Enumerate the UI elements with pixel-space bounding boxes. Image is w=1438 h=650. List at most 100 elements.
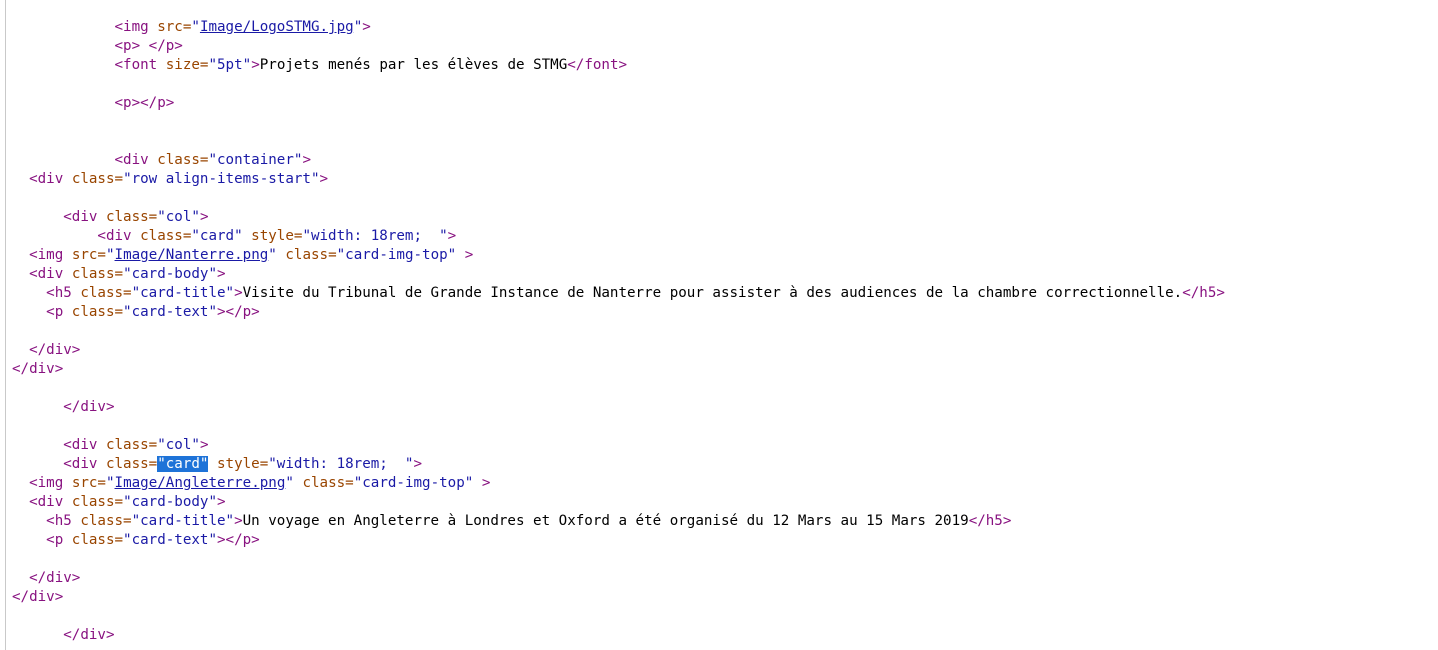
- source-line: <div class="card-body">: [12, 265, 1225, 284]
- tag-token: </div>: [12, 589, 64, 605]
- attribute-token: class=: [71, 494, 124, 510]
- source-line: <p class="card-text"></p>: [12, 531, 1225, 550]
- tag-token: </div>: [29, 570, 81, 586]
- source-line: <p> </p>: [12, 37, 1225, 56]
- tag-token: >: [217, 266, 226, 282]
- tag-token: >: [199, 209, 209, 225]
- attribute-token: class=: [276, 247, 337, 263]
- attribute-token: class=: [80, 285, 132, 301]
- tag-token: ></p>: [217, 304, 260, 320]
- value-token: "card-text": [123, 304, 218, 320]
- tag-token: >: [234, 513, 243, 529]
- tag-token: >: [447, 228, 457, 244]
- text-token: Un voyage en Angleterre à Londres et Oxf…: [242, 513, 969, 529]
- value-token: ": [105, 475, 115, 491]
- attribute-token: class=: [71, 304, 124, 320]
- tag-token: <div: [114, 152, 158, 168]
- tag-token: >: [234, 285, 243, 301]
- value-token: ": [105, 247, 115, 263]
- value-token: ": [285, 475, 294, 491]
- source-code-view[interactable]: <img src="Image/LogoSTMG.jpg"> <p> </p> …: [12, 18, 1225, 645]
- attribute-token: src=: [71, 475, 106, 491]
- source-line: </div>: [12, 341, 1225, 360]
- attribute-token: style=: [208, 456, 269, 472]
- tag-token: >: [456, 247, 474, 263]
- source-line: <h5 class="card-title">Visite du Tribuna…: [12, 284, 1225, 303]
- link-token[interactable]: Image/LogoSTMG.jpg: [200, 19, 354, 35]
- value-token: "width: 18rem; ": [268, 456, 414, 472]
- attribute-token: class=: [71, 171, 124, 187]
- source-line: [12, 75, 1225, 94]
- tag-token: <div: [29, 171, 72, 187]
- value-token: "card-body": [123, 266, 218, 282]
- value-token: "card-text": [123, 532, 218, 548]
- tag-token: >: [251, 57, 260, 73]
- tag-token: <p></p>: [114, 95, 175, 111]
- value-token: "width: 18rem; ": [302, 228, 448, 244]
- tag-token: >: [217, 494, 226, 510]
- source-line: <div class="row align-items-start">: [12, 170, 1225, 189]
- source-line: [12, 113, 1225, 132]
- value-token: "container": [208, 152, 303, 168]
- source-line: </div>: [12, 588, 1225, 607]
- value-token: "col": [157, 437, 200, 453]
- tag-token: >: [302, 152, 311, 168]
- value-token: "card-title": [131, 513, 235, 529]
- value-token: "row align-items-start": [123, 171, 320, 187]
- source-line: [12, 607, 1225, 626]
- tag-token: </h5>: [1182, 285, 1225, 301]
- tag-token: <div: [97, 228, 141, 244]
- value-token: ": [191, 19, 200, 35]
- source-line: <div class="col">: [12, 436, 1225, 455]
- source-line: </div>: [12, 569, 1225, 588]
- source-line: <div class="col">: [12, 208, 1225, 227]
- tag-token: <h5: [46, 513, 81, 529]
- attribute-token: size=: [165, 57, 209, 73]
- value-token: "card-img-top": [336, 247, 457, 263]
- link-token[interactable]: Image/Angleterre.png: [115, 475, 286, 491]
- tag-token: >: [413, 456, 423, 472]
- source-line: <font size="5pt">Projets menés par les é…: [12, 56, 1225, 75]
- attribute-token: class=: [71, 266, 124, 282]
- tag-token: ></p>: [217, 532, 260, 548]
- source-line: <p></p>: [12, 94, 1225, 113]
- link-token[interactable]: Image/Nanterre.png: [115, 247, 269, 263]
- value-token: ": [353, 19, 363, 35]
- tag-token: </div>: [29, 342, 81, 358]
- attribute-token: src=: [157, 19, 192, 35]
- value-token: "card-title": [131, 285, 235, 301]
- tag-token: </div>: [63, 399, 115, 415]
- attribute-token: src=: [71, 247, 106, 263]
- left-border: [5, 0, 6, 650]
- tag-token: </div>: [12, 361, 64, 377]
- attribute-token: class=: [293, 475, 354, 491]
- attribute-token: class=: [105, 437, 158, 453]
- tag-token: >: [199, 437, 209, 453]
- tag-token: <div: [29, 494, 72, 510]
- source-line: <h5 class="card-title">Un voyage en Angl…: [12, 512, 1225, 531]
- tag-token: <img: [29, 475, 72, 491]
- text-token: Projets menés par les élèves de STMG: [259, 57, 568, 73]
- attribute-token: class=: [105, 456, 158, 472]
- tag-token: <div: [29, 266, 72, 282]
- value-token: "col": [157, 209, 200, 225]
- attribute-token: class=: [71, 532, 124, 548]
- source-line: [12, 417, 1225, 436]
- source-line: <img src="Image/Angleterre.png" class="c…: [12, 474, 1225, 493]
